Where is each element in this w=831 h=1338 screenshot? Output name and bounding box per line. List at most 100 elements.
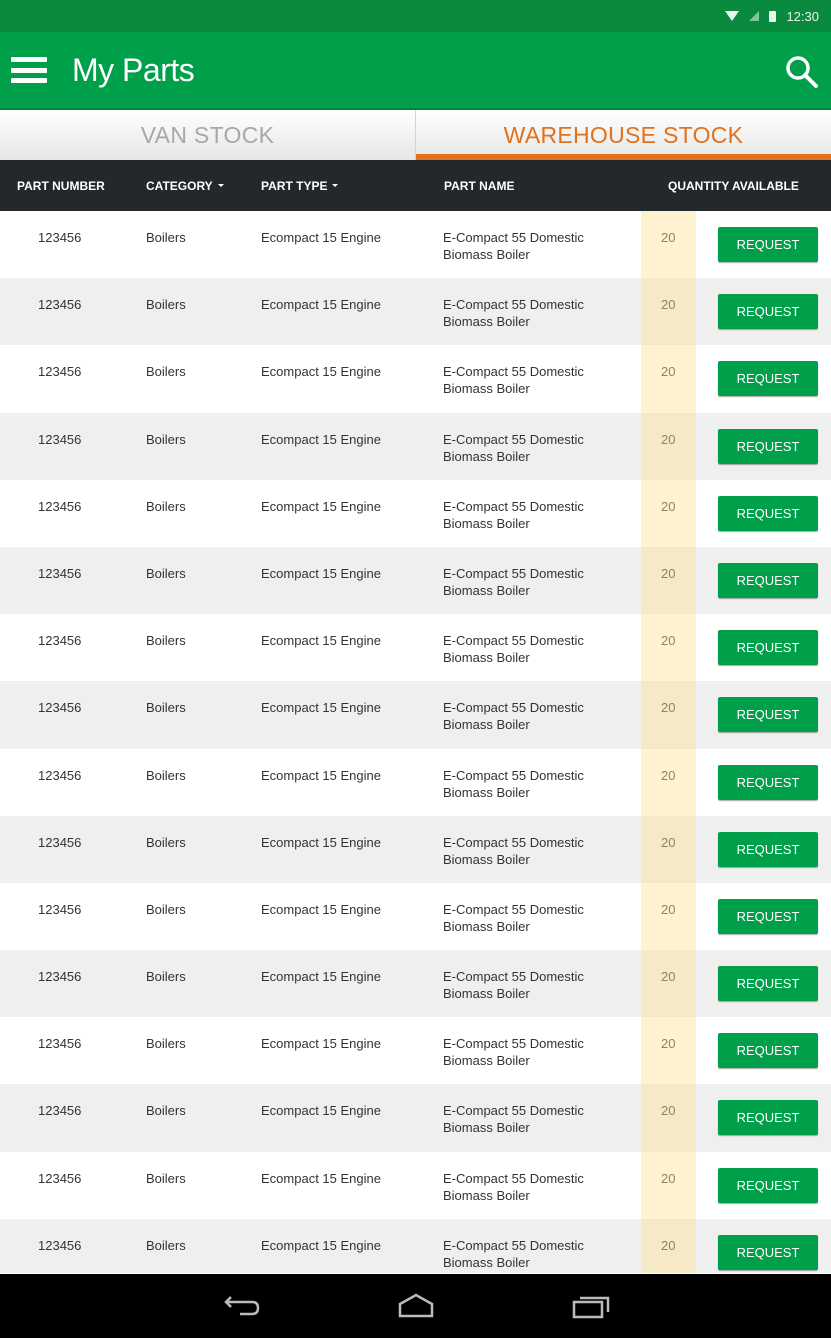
category-cell: Boilers <box>146 431 186 447</box>
part-type-cell: Ecompact 15 Engine <box>261 1103 381 1119</box>
system-nav-bar <box>0 1274 831 1338</box>
quantity-cell: 20 <box>661 230 676 245</box>
tab-warehouse-stock[interactable]: WAREHOUSE STOCK <box>416 110 831 160</box>
request-button[interactable]: REQUEST <box>718 1167 818 1203</box>
part-type-cell: Ecompact 15 Engine <box>261 633 381 649</box>
category-cell: Boilers <box>146 834 186 850</box>
part-name-line: Biomass Boiler <box>443 381 530 397</box>
column-header-part-type[interactable]: PART TYPE <box>261 160 339 211</box>
table-row: 123456 Boilers Ecompact 15 Engine E-Compact… <box>0 211 831 278</box>
table-row: 123456 Boilers Ecompact 15 Engine E-Compact… <box>0 345 831 412</box>
table-row: 123456 Boilers Ecompact 15 Engine E-Compact… <box>0 681 831 749</box>
parts-table-body[interactable]: 123456 Boilers Ecompact 15 Engine E-Compact… <box>0 211 831 1273</box>
part-name-line: Biomass Boiler <box>443 582 530 598</box>
part-name-line: Biomass Boiler <box>443 918 530 934</box>
request-button[interactable]: REQUEST <box>718 428 818 464</box>
part-name-cell: E-Compact 55 Domestic Biomass Boiler <box>443 699 613 733</box>
part-number-cell: 123456 <box>38 431 82 447</box>
part-number-cell: 123456 <box>38 834 82 850</box>
part-name-line: E-Compact 55 Domestic <box>443 1237 584 1253</box>
request-button[interactable]: REQUEST <box>718 1100 818 1136</box>
request-button[interactable]: REQUEST <box>718 697 818 733</box>
table-row: 123456 Boilers Ecompact 15 Engine E-Compact… <box>0 278 831 346</box>
part-name-line: E-Compact 55 Domestic <box>443 1170 584 1186</box>
request-button[interactable]: REQUEST <box>718 966 818 1002</box>
column-label: CATEGORY <box>146 178 213 193</box>
recent-apps-icon[interactable] <box>564 1286 620 1326</box>
part-name-line: Biomass Boiler <box>443 784 530 800</box>
part-name-cell: E-Compact 55 Domestic Biomass Boiler <box>443 1170 613 1204</box>
request-button[interactable]: REQUEST <box>718 294 818 330</box>
home-icon[interactable] <box>388 1286 444 1326</box>
part-name-cell: E-Compact 55 Domestic Biomass Boiler <box>443 632 613 666</box>
part-type-cell: Ecompact 15 Engine <box>261 700 381 716</box>
quantity-cell: 20 <box>661 834 676 850</box>
table-row: 123456 Boilers Ecompact 15 Engine E-Compact… <box>0 1152 831 1219</box>
category-cell: Boilers <box>146 364 186 380</box>
quantity-cell: 20 <box>661 767 676 783</box>
part-type-cell: Ecompact 15 Engine <box>261 565 381 581</box>
page-title: My Parts <box>72 51 195 88</box>
part-type-cell: Ecompact 15 Engine <box>261 901 381 917</box>
part-number-cell: 123456 <box>38 633 82 649</box>
category-cell: Boilers <box>146 1170 186 1186</box>
column-label: PART NUMBER <box>17 178 105 193</box>
quantity-cell: 20 <box>661 565 676 581</box>
category-cell: Boilers <box>146 498 186 514</box>
table-row: 123456 Boilers Ecompact 15 Engine E-Compact… <box>0 614 831 681</box>
part-number-cell: 123456 <box>38 297 82 313</box>
request-button[interactable]: REQUEST <box>718 495 818 531</box>
sort-caret-icon <box>217 184 224 187</box>
request-button[interactable]: REQUEST <box>718 361 818 397</box>
part-name-line: E-Compact 55 Domestic <box>443 969 584 985</box>
part-type-cell: Ecompact 15 Engine <box>261 834 381 850</box>
part-number-cell: 123456 <box>38 1103 82 1119</box>
back-icon[interactable] <box>212 1286 268 1326</box>
cell-signal-icon <box>749 11 760 21</box>
tab-van-stock[interactable]: VAN STOCK <box>0 110 416 160</box>
part-number-cell: 123456 <box>38 1170 82 1186</box>
column-header-category[interactable]: CATEGORY <box>146 160 224 211</box>
part-name-cell: E-Compact 55 Domestic Biomass Boiler <box>443 767 613 801</box>
sort-caret-icon <box>332 184 339 187</box>
part-number-cell: 123456 <box>38 969 82 985</box>
part-type-cell: Ecompact 15 Engine <box>261 431 381 447</box>
search-icon[interactable] <box>783 54 819 90</box>
part-name-line: Biomass Boiler <box>443 515 530 531</box>
part-name-line: Biomass Boiler <box>443 650 530 666</box>
quantity-cell: 20 <box>661 1170 676 1186</box>
table-row: 123456 Boilers Ecompact 15 Engine E-Compact… <box>0 749 831 816</box>
category-cell: Boilers <box>146 230 186 245</box>
part-type-cell: Ecompact 15 Engine <box>261 767 381 783</box>
category-cell: Boilers <box>146 1036 186 1052</box>
part-name-cell: E-Compact 55 Domestic Biomass Boiler <box>443 296 613 330</box>
column-label: QUANTITY AVAILABLE <box>668 178 799 193</box>
request-button[interactable]: REQUEST <box>718 898 818 934</box>
request-button[interactable]: REQUEST <box>718 1033 818 1069</box>
part-number-cell: 123456 <box>38 901 82 917</box>
wifi-icon <box>725 11 740 21</box>
status-bar: 12:30 <box>0 0 831 32</box>
request-button[interactable]: REQUEST <box>718 1234 818 1270</box>
quantity-cell: 20 <box>661 901 676 917</box>
part-name-line: E-Compact 55 Domestic <box>443 901 584 917</box>
column-header-part-name: PART NAME <box>444 160 514 211</box>
request-button[interactable]: REQUEST <box>718 831 818 867</box>
part-name-line: Biomass Boiler <box>443 1254 530 1270</box>
category-cell: Boilers <box>146 297 186 313</box>
request-button[interactable]: REQUEST <box>718 227 818 262</box>
quantity-cell: 20 <box>661 498 676 514</box>
table-row: 123456 Boilers Ecompact 15 Engine E-Compact… <box>0 1084 831 1152</box>
quantity-cell: 20 <box>661 431 676 447</box>
category-cell: Boilers <box>146 1237 186 1253</box>
part-name-line: E-Compact 55 Domestic <box>443 1036 584 1052</box>
hamburger-menu-icon[interactable] <box>11 57 47 83</box>
app-bar: My Parts <box>0 32 831 110</box>
request-button[interactable]: REQUEST <box>718 630 818 666</box>
request-button[interactable]: REQUEST <box>718 764 818 800</box>
request-button[interactable]: REQUEST <box>718 562 818 598</box>
part-name-cell: E-Compact 55 Domestic Biomass Boiler <box>443 431 613 465</box>
category-cell: Boilers <box>146 901 186 917</box>
column-label: PART NAME <box>444 178 515 193</box>
quantity-cell: 20 <box>661 1103 676 1119</box>
